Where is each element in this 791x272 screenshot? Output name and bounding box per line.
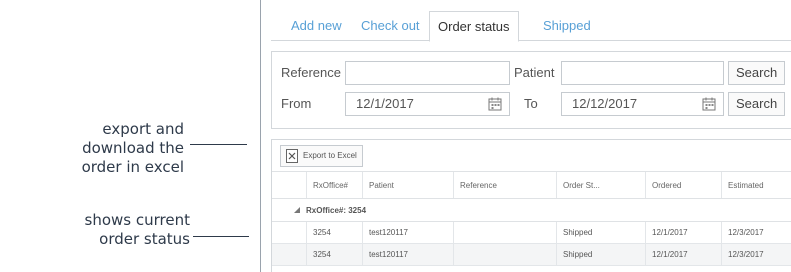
cell-patient: test120117 xyxy=(362,244,453,265)
column-header-order-status[interactable]: Order St... xyxy=(556,172,645,198)
column-header-patient[interactable]: Patient xyxy=(362,172,453,198)
column-header-ordered[interactable]: Ordered xyxy=(645,172,721,198)
cell-estimated: 12/3/2017 xyxy=(721,244,791,265)
export-to-excel-button[interactable]: Export to Excel xyxy=(280,145,363,167)
search-button[interactable]: Search xyxy=(728,61,786,85)
grid-toolbar: Export to Excel xyxy=(272,140,791,172)
cell-patient: test120117 xyxy=(362,222,453,243)
to-date-input[interactable]: 12/12/2017 xyxy=(561,92,724,116)
cell-reference xyxy=(453,244,556,265)
search-form: Reference Patient Search From 12/1/2017 … xyxy=(271,51,791,129)
grid-header: RxOffice# Patient Reference Order St... … xyxy=(272,172,791,199)
group-row[interactable]: RxOffice#: 3254 xyxy=(272,199,791,222)
cell-rxoffice: 3254 xyxy=(306,244,362,265)
tab-shipped[interactable]: Shipped xyxy=(535,11,599,41)
reference-label: Reference xyxy=(281,65,341,80)
order-app-window: Add new Check out Order status Shipped R… xyxy=(260,0,791,272)
collapse-triangle-icon[interactable] xyxy=(294,207,300,213)
from-label: From xyxy=(281,96,312,111)
excel-icon xyxy=(286,149,298,163)
table-row[interactable]: 3254 test120117 Shipped 12/1/2017 12/3/2… xyxy=(272,222,791,244)
cell-ordered: 12/1/2017 xyxy=(645,244,721,265)
column-header-rxoffice[interactable]: RxOffice# xyxy=(306,172,362,198)
tab-check-out[interactable]: Check out xyxy=(353,11,428,41)
to-label: To xyxy=(524,96,538,111)
tab-add-new[interactable]: Add new xyxy=(283,11,350,41)
export-annotation: export and download the order in excel xyxy=(81,120,184,176)
from-date-input[interactable]: 12/1/2017 xyxy=(345,92,510,116)
export-to-excel-label: Export to Excel xyxy=(303,151,357,160)
status-annotation: shows current order status xyxy=(84,211,190,248)
to-date-value: 12/12/2017 xyxy=(572,96,638,111)
cell-order-status: Shipped xyxy=(556,244,645,265)
column-header-reference[interactable]: Reference xyxy=(453,172,556,198)
table-row[interactable]: 3254 test120117 Shipped 12/1/2017 12/3/2… xyxy=(272,244,791,266)
column-header-estimated[interactable]: Estimated xyxy=(721,172,791,198)
calendar-icon[interactable] xyxy=(702,97,716,111)
cell-rxoffice: 3254 xyxy=(306,222,362,243)
group-label: RxOffice#: 3254 xyxy=(306,206,367,215)
cell-ordered: 12/1/2017 xyxy=(645,222,721,243)
calendar-icon[interactable] xyxy=(488,97,502,111)
tab-order-status[interactable]: Order status xyxy=(429,11,519,42)
from-date-value: 12/1/2017 xyxy=(356,96,414,111)
cell-order-status: Shipped xyxy=(556,222,645,243)
tab-strip: Add new Check out Order status Shipped xyxy=(271,11,791,42)
patient-input[interactable] xyxy=(561,61,724,85)
cell-estimated: 12/3/2017 xyxy=(721,222,791,243)
status-annotation-leader-line xyxy=(193,236,249,237)
search-date-button[interactable]: Search xyxy=(728,92,786,116)
orders-grid: Export to Excel RxOffice# Patient Refere… xyxy=(271,139,791,272)
patient-label: Patient xyxy=(514,65,555,80)
cell-reference xyxy=(453,222,556,243)
export-annotation-leader-line xyxy=(190,144,247,145)
reference-input[interactable] xyxy=(345,61,510,85)
